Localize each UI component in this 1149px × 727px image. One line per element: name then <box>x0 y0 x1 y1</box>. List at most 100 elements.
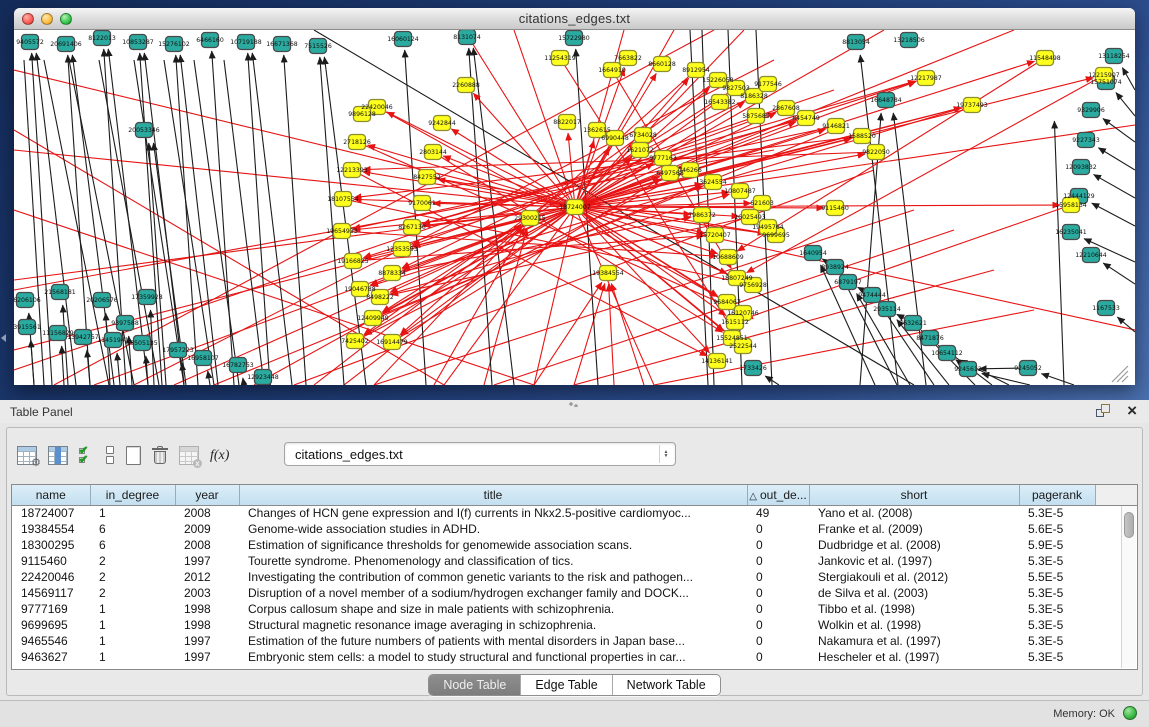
black-edge[interactable] <box>24 60 44 385</box>
black-edge[interactable] <box>1122 68 1135 90</box>
function-builder-icon[interactable]: f(x) <box>210 446 232 465</box>
black-edge[interactable] <box>1054 121 1064 385</box>
table-row[interactable]: 946362711997Embryonic stem cells: a mode… <box>12 649 1137 665</box>
table-panel-header: Table Panel × <box>0 400 1149 423</box>
black-edge[interactable] <box>117 353 120 385</box>
collapse-panel-arrow-icon[interactable] <box>1 334 6 342</box>
graph-node-label: 8813054 <box>842 39 870 46</box>
black-edge[interactable] <box>1041 374 1074 385</box>
black-edge[interactable] <box>164 60 214 385</box>
show-columns-icon[interactable] <box>48 446 68 465</box>
column-header-in_degree[interactable]: in_degree <box>90 485 175 505</box>
select-checks-icon[interactable]: ✔✔ <box>79 446 94 465</box>
black-edge[interactable] <box>243 378 244 385</box>
graph-node-label: 7425402 <box>341 338 369 345</box>
black-edge[interactable] <box>1092 203 1135 226</box>
red-edge[interactable] <box>575 78 689 207</box>
black-edge[interactable] <box>212 51 234 385</box>
graph-node-label: 26206106 <box>14 297 41 304</box>
black-edge[interactable] <box>1117 317 1135 332</box>
graph-node-label: 15958134 <box>1055 202 1087 209</box>
black-edge[interactable] <box>31 340 34 385</box>
red-edge[interactable] <box>14 130 444 385</box>
graph-node-label: 12923448 <box>247 374 279 381</box>
tab-node-table[interactable]: Node Table <box>429 675 521 695</box>
table-mode-icon[interactable]: ⚙ <box>17 446 37 465</box>
network-canvas[interactable]: 9405572206914068122013108532871527610264… <box>14 30 1135 385</box>
splitter-grip[interactable] <box>569 402 579 407</box>
table-selector-dropdown[interactable]: citations_edges.txt ▲▼ <box>284 442 676 466</box>
table-row[interactable]: 911546021997Tourette syndrome. Phenomeno… <box>12 553 1137 569</box>
red-edge[interactable] <box>574 284 605 385</box>
column-header-out_de[interactable]: △out_de... <box>747 485 809 505</box>
float-panel-icon[interactable] <box>1096 404 1111 418</box>
black-edge[interactable] <box>1116 93 1135 116</box>
table-panel: Table Panel × ⚙ ✔✔ x f(x) citations_edge… <box>0 400 1149 700</box>
graph-node-label: 2867608 <box>772 105 800 112</box>
table-row[interactable]: 1938455462009Genome-wide association stu… <box>12 521 1137 537</box>
graph-node-label: 15751074 <box>1090 79 1122 86</box>
red-edge[interactable] <box>423 207 575 226</box>
delete-table-icon[interactable]: x <box>179 446 199 465</box>
black-edge[interactable] <box>1103 118 1135 142</box>
red-edge[interactable] <box>575 207 1135 330</box>
column-header-short[interactable]: short <box>809 485 1019 505</box>
tab-edge-table[interactable]: Edge Table <box>521 675 612 695</box>
table-row[interactable]: 969969511998Structural magnetic resonanc… <box>12 617 1137 633</box>
table-row[interactable]: 1872400712008Changes of HCN gene express… <box>12 505 1137 521</box>
column-header-year[interactable]: year <box>175 485 239 505</box>
graph-node-label: 6734028 <box>629 132 657 139</box>
red-edge[interactable] <box>14 70 575 207</box>
column-header-name[interactable]: name <box>12 485 90 505</box>
graph-node-label: 1362615 <box>583 127 611 134</box>
black-edge[interactable] <box>1098 148 1135 170</box>
black-edge[interactable] <box>284 55 306 385</box>
graph-node-label: 1588520 <box>848 133 876 140</box>
graph-node-label: 7663822 <box>614 55 642 62</box>
tab-network-table[interactable]: Network Table <box>613 675 720 695</box>
red-edge[interactable] <box>609 284 614 385</box>
red-edge[interactable] <box>14 150 575 207</box>
sort-ascending-icon: △ <box>749 491 757 502</box>
column-header-pagerank[interactable]: pagerank <box>1019 485 1095 505</box>
black-edge[interactable] <box>62 346 64 385</box>
black-edge[interactable] <box>194 60 239 385</box>
table-cell: 2003 <box>175 585 239 601</box>
status-bar: Memory: OK <box>0 700 1149 727</box>
window-resize-grip-icon[interactable] <box>1117 371 1128 382</box>
black-edge[interactable] <box>248 53 270 385</box>
graph-node-label: 20053346 <box>128 127 160 134</box>
graph-node-label: 15720407 <box>699 232 731 239</box>
graph-node-label: 12215907 <box>1088 72 1120 79</box>
black-edge[interactable] <box>320 57 344 385</box>
scrollbar-thumb[interactable] <box>1124 512 1134 538</box>
graph-node-label: 19166825 <box>337 258 369 265</box>
table-row[interactable]: 977716911998Corpus callosum shape and si… <box>12 601 1137 617</box>
column-header-title[interactable]: title <box>239 485 747 505</box>
new-column-icon[interactable] <box>126 446 141 465</box>
table-row[interactable]: 946554611997Estimation of the future num… <box>12 633 1137 649</box>
graph-node-label: 6879197 <box>834 279 862 286</box>
graph-node-label: 10688609 <box>712 254 744 261</box>
table-vertical-scrollbar[interactable] <box>1121 506 1136 668</box>
table-row[interactable]: 2242004622012Investigating the contribut… <box>12 569 1137 585</box>
graph-node-label: 7632621 <box>899 320 927 327</box>
table-row[interactable]: 1456911722003Disruption of a novel membe… <box>12 585 1137 601</box>
table-cell: 1 <box>90 633 175 649</box>
table-row[interactable]: 1830029562008Estimation of significance … <box>12 537 1137 553</box>
delete-column-icon[interactable] <box>152 446 168 465</box>
red-edge[interactable] <box>575 207 654 385</box>
graph-node-label: 746266 <box>678 167 702 174</box>
network-window-titlebar[interactable]: citations_edges.txt <box>14 8 1135 30</box>
red-edge[interactable] <box>745 205 1071 318</box>
header-filler <box>1095 485 1137 505</box>
table-cell: 6 <box>90 521 175 537</box>
table-cell: Genome-wide association studies in ADHD. <box>239 521 747 537</box>
close-panel-icon[interactable]: × <box>1127 401 1137 421</box>
row-options-icon[interactable] <box>105 446 115 465</box>
black-edge[interactable] <box>1103 263 1135 284</box>
network-graph[interactable]: 9405572206914068122013108532871527610264… <box>14 30 1135 385</box>
black-edge[interactable] <box>1094 174 1135 198</box>
black-edge[interactable] <box>180 55 218 385</box>
black-edge[interactable] <box>208 371 210 385</box>
